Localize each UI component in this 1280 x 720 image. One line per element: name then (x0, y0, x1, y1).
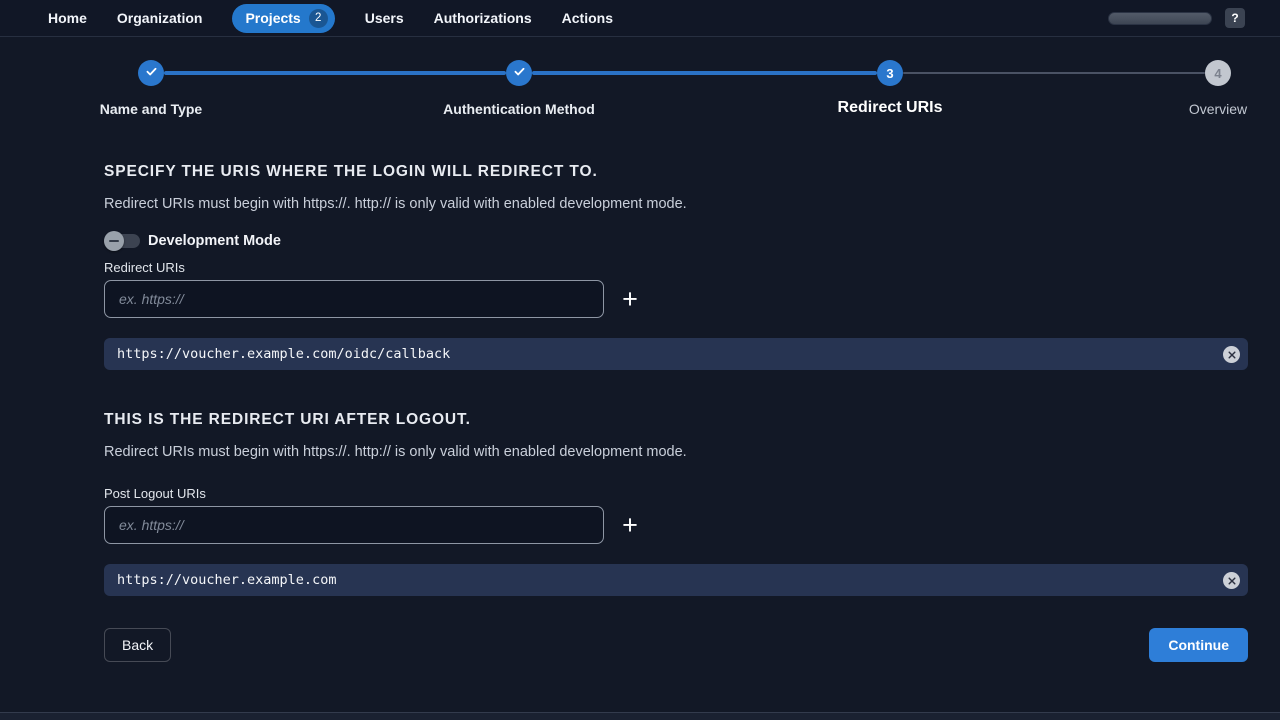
minus-icon (109, 240, 119, 242)
nav-right-group: ? (1108, 8, 1245, 28)
plus-icon: + (622, 512, 638, 539)
add-redirect-uri-button[interactable]: + (615, 284, 645, 314)
nav-item-users[interactable]: Users (365, 10, 404, 26)
close-icon (1228, 347, 1236, 362)
redirect-uri-value: https://voucher.example.com/oidc/callbac… (117, 346, 1223, 362)
check-icon (513, 65, 526, 81)
post-logout-uri-input[interactable] (104, 506, 604, 544)
step-4-label: Overview (1189, 101, 1247, 117)
step-2-circle (506, 60, 532, 86)
step-2-label: Authentication Method (443, 101, 595, 117)
post-logout-section: THIS IS THE REDIRECT URI AFTER LOGOUT. R… (104, 411, 1248, 596)
nav-item-organization[interactable]: Organization (117, 10, 203, 26)
nav-item-home[interactable]: Home (48, 10, 87, 26)
post-logout-uri-value: https://voucher.example.com (117, 572, 1223, 588)
stepper-line-3 (903, 72, 1205, 74)
redirect-section-title: SPECIFY THE URIS WHERE THE LOGIN WILL RE… (104, 163, 1248, 181)
dev-mode-toggle[interactable] (104, 234, 140, 248)
redirect-section-description: Redirect URIs must begin with https://. … (104, 196, 1248, 212)
logout-section-title: THIS IS THE REDIRECT URI AFTER LOGOUT. (104, 411, 1248, 429)
loading-placeholder (1108, 12, 1212, 25)
wizard-stepper: 3 4 Name and Type Authentication Method … (104, 60, 1248, 122)
post-logout-input-row: + (104, 506, 1248, 544)
dev-mode-row: Development Mode (104, 231, 1248, 251)
dev-mode-label: Development Mode (148, 233, 281, 249)
help-button[interactable]: ? (1225, 8, 1245, 28)
nav-item-authorizations[interactable]: Authorizations (434, 10, 532, 26)
step-3-label: Redirect URIs (838, 99, 943, 117)
remove-post-logout-uri-button[interactable] (1223, 572, 1240, 589)
nav-item-projects-label: Projects (245, 10, 300, 26)
projects-count-badge: 2 (309, 9, 328, 28)
nav-item-actions[interactable]: Actions (562, 10, 613, 26)
top-nav: Home Organization Projects 2 Users Autho… (0, 0, 1280, 37)
toggle-knob (104, 231, 124, 251)
step-4-circle: 4 (1205, 60, 1231, 86)
continue-button[interactable]: Continue (1149, 628, 1248, 662)
back-button[interactable]: Back (104, 628, 171, 662)
redirect-uri-chip: https://voucher.example.com/oidc/callbac… (104, 338, 1248, 370)
redirect-uri-input-row: + (104, 280, 1248, 318)
add-post-logout-uri-button[interactable]: + (615, 510, 645, 540)
footer-bar (0, 712, 1280, 720)
check-icon (145, 65, 158, 81)
stepper-line-2 (532, 71, 877, 75)
plus-icon: + (622, 286, 638, 313)
redirect-uris-section: SPECIFY THE URIS WHERE THE LOGIN WILL RE… (104, 163, 1248, 370)
step-1-circle (138, 60, 164, 86)
nav-item-projects[interactable]: Projects 2 (232, 4, 334, 33)
stepper-line-1 (164, 71, 506, 75)
close-icon (1228, 573, 1236, 588)
redirect-uris-field-label: Redirect URIs (104, 260, 1248, 275)
step-1-label: Name and Type (100, 101, 202, 117)
post-logout-uri-chip: https://voucher.example.com (104, 564, 1248, 596)
redirect-uri-input[interactable] (104, 280, 604, 318)
remove-redirect-uri-button[interactable] (1223, 346, 1240, 363)
post-logout-field-label: Post Logout URIs (104, 486, 1248, 501)
step-3-circle: 3 (877, 60, 903, 86)
main-content: 3 4 Name and Type Authentication Method … (0, 37, 1280, 712)
logout-section-description: Redirect URIs must begin with https://. … (104, 444, 1248, 460)
wizard-actions-row: Back Continue (104, 628, 1248, 662)
